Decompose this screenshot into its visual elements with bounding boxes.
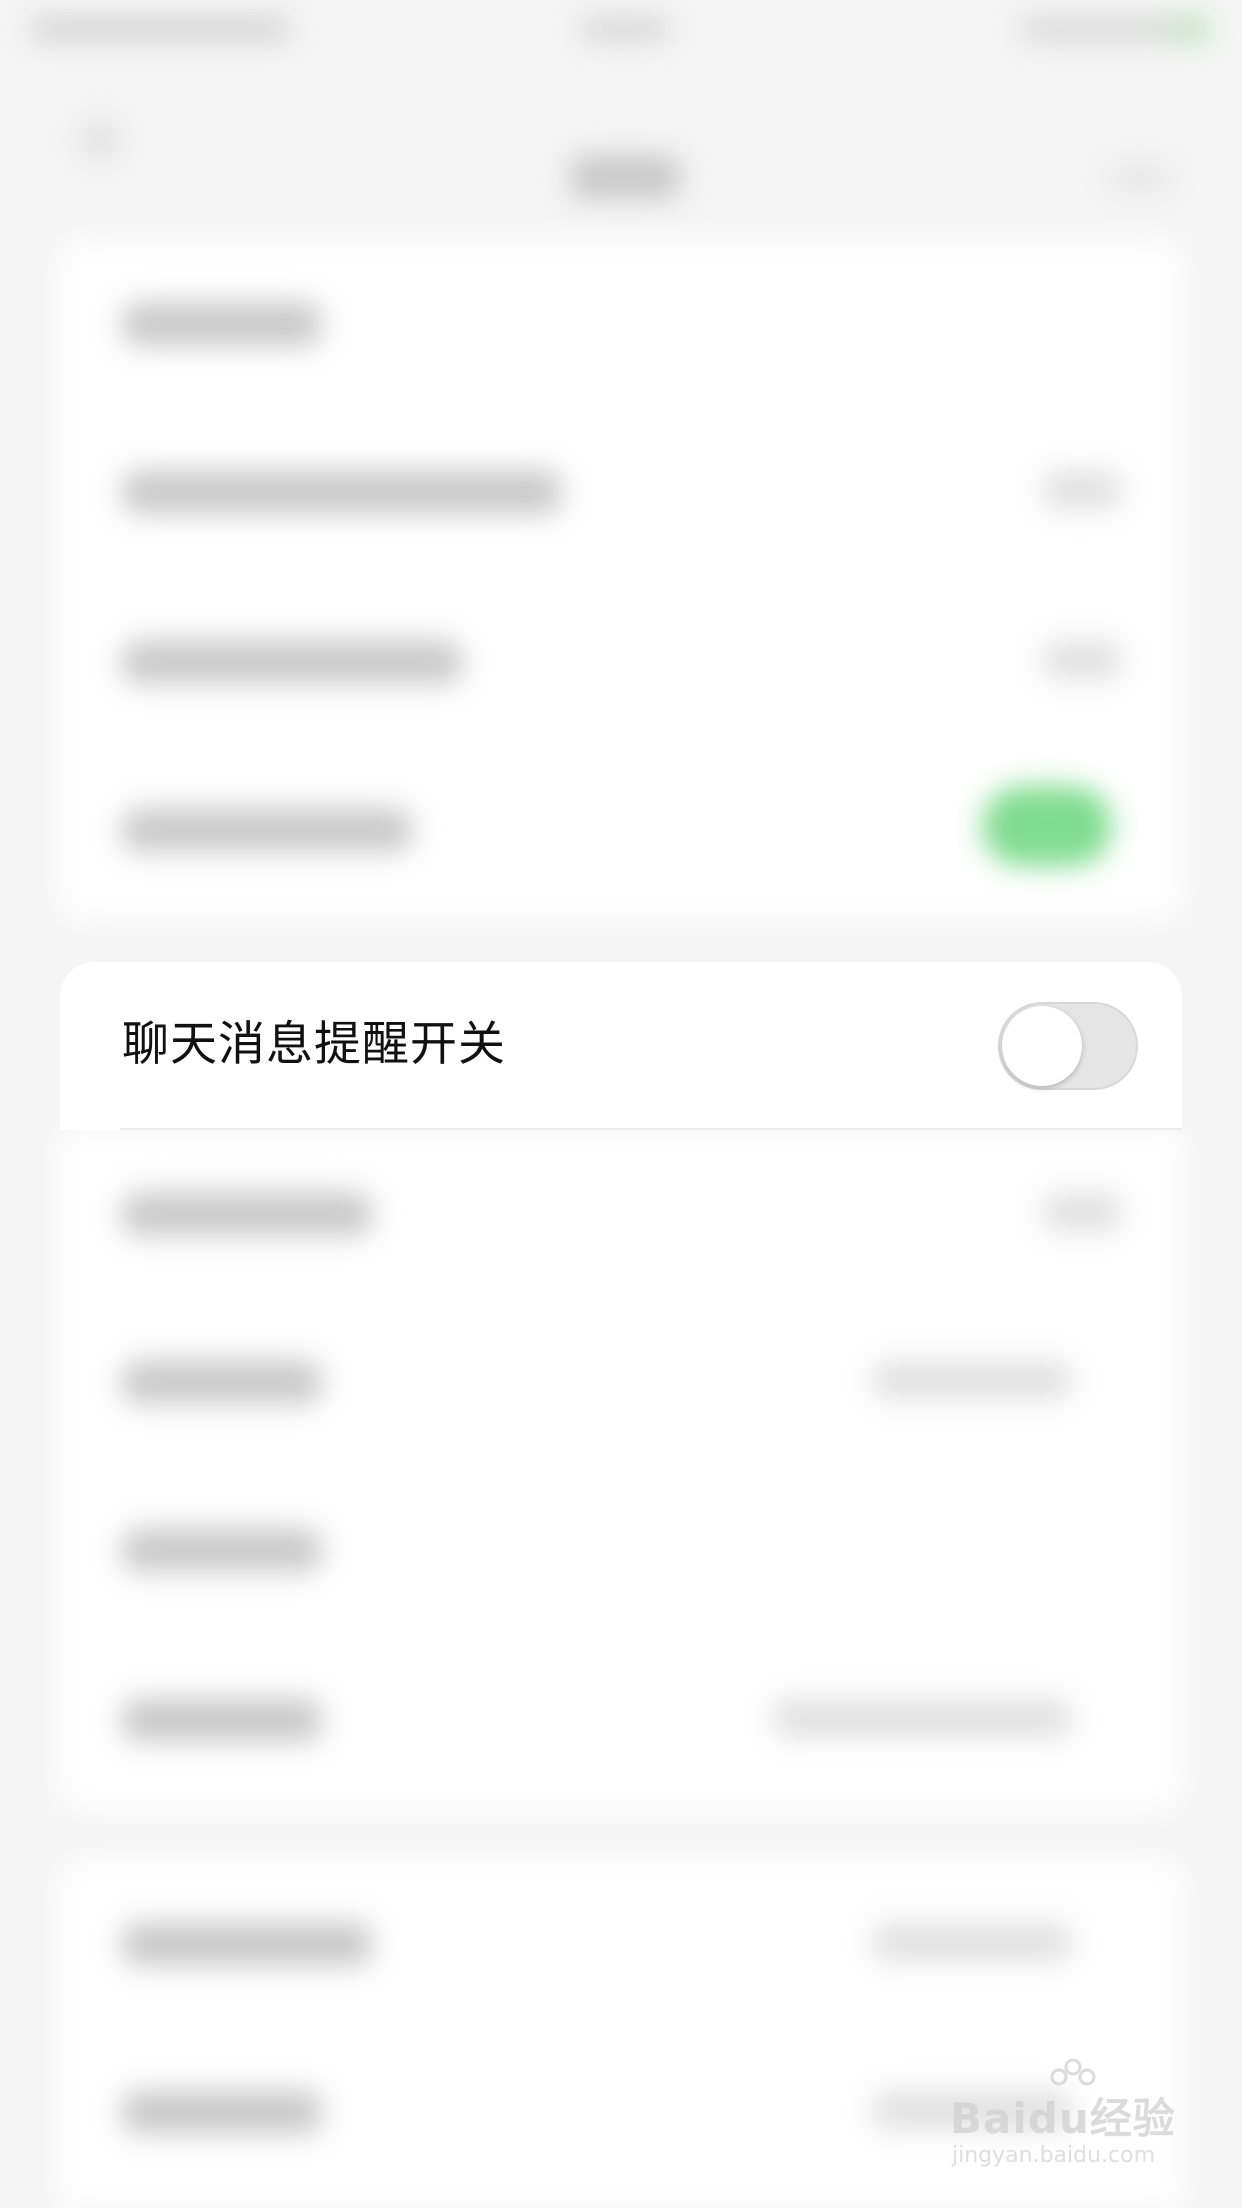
chat-notification-row[interactable]: 聊天消息提醒开关 xyxy=(60,962,1182,1130)
settings-row[interactable] xyxy=(60,1130,1182,1298)
status-battery xyxy=(1020,18,1210,40)
settings-screen: 聊天消息提醒开关 Baidu经验 jingyan.baidu.com xyxy=(0,0,1242,2208)
baidu-watermark: Baidu经验 jingyan.baidu.com xyxy=(950,2058,1190,2185)
settings-row[interactable] xyxy=(60,578,1182,746)
settings-row[interactable] xyxy=(60,240,1182,408)
row-label xyxy=(122,470,562,514)
row-label xyxy=(122,2090,322,2134)
more-icon[interactable] xyxy=(1110,165,1170,191)
nav-bar xyxy=(0,60,1242,199)
row-toggle-on[interactable] xyxy=(982,786,1112,866)
back-icon[interactable] xyxy=(80,120,120,160)
settings-row[interactable] xyxy=(60,1860,1182,2028)
row-label xyxy=(122,302,322,346)
row-toggle[interactable] xyxy=(1042,1192,1122,1232)
row-label xyxy=(122,1192,372,1236)
row-value xyxy=(872,1360,1072,1400)
settings-row[interactable] xyxy=(60,1298,1182,1466)
row-toggle[interactable] xyxy=(1042,640,1122,680)
row-label xyxy=(122,1360,322,1404)
toggle-knob xyxy=(1002,1006,1082,1086)
row-divider xyxy=(120,1128,1182,1130)
settings-row[interactable] xyxy=(60,1466,1182,1634)
status-time xyxy=(580,18,670,40)
watermark-url: jingyan.baidu.com xyxy=(952,2143,1156,2168)
row-value xyxy=(772,1698,1072,1738)
chat-notification-label: 聊天消息提醒开关 xyxy=(122,1017,506,1072)
page-title xyxy=(570,155,680,199)
settings-row[interactable] xyxy=(60,746,1182,914)
settings-row[interactable] xyxy=(60,1636,1182,1804)
status-carrier xyxy=(30,18,290,40)
row-label xyxy=(122,1698,322,1742)
row-label xyxy=(122,1528,322,1572)
row-toggle[interactable] xyxy=(1042,470,1122,510)
watermark-brand: Baidu经验 xyxy=(950,2094,1176,2143)
chat-notification-toggle[interactable] xyxy=(998,1002,1138,1090)
row-label xyxy=(122,808,412,852)
row-value xyxy=(872,1922,1072,1962)
settings-row[interactable] xyxy=(60,408,1182,576)
row-label xyxy=(122,1922,372,1966)
status-bar xyxy=(0,0,1242,60)
row-label xyxy=(122,640,462,684)
